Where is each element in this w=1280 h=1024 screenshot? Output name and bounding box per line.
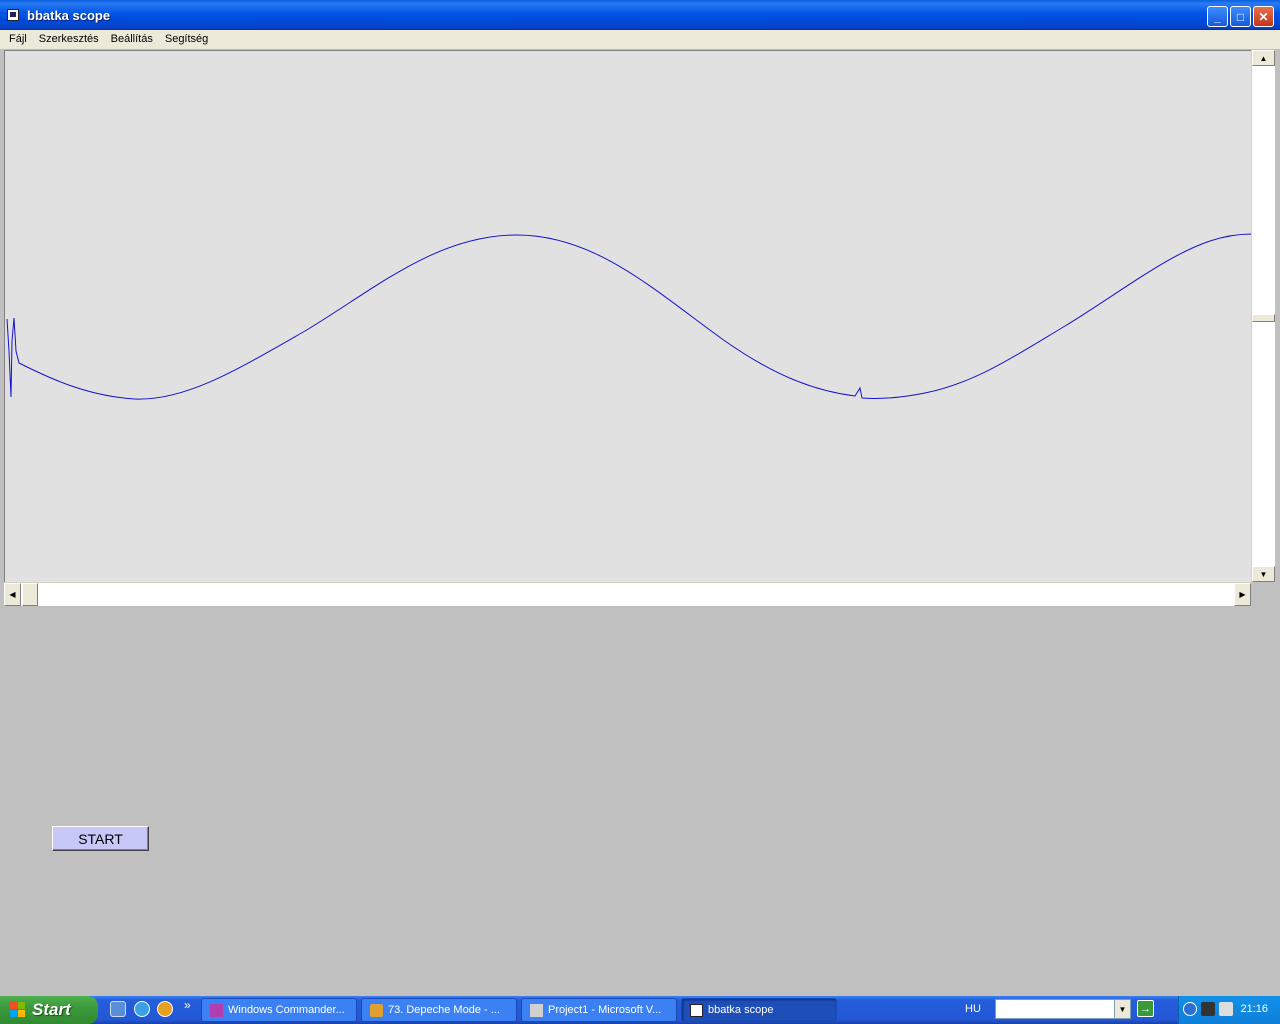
minimize-button[interactable]: _ xyxy=(1207,6,1228,27)
music-icon xyxy=(370,1004,383,1017)
title-bar[interactable]: bbatka scope _ □ ✕ xyxy=(0,0,1280,30)
start-menu-button[interactable]: Start xyxy=(0,996,98,1024)
vertical-scroll-thumb[interactable] xyxy=(1252,314,1275,322)
task-label: Project1 - Microsoft V... xyxy=(548,1004,662,1016)
tray-volume-icon[interactable] xyxy=(1219,1002,1233,1016)
address-dropdown-icon[interactable]: ▼ xyxy=(1114,1000,1130,1018)
vertical-scrollbar[interactable]: ▲ ▼ xyxy=(1251,50,1275,582)
horizontal-scroll-thumb[interactable] xyxy=(22,583,38,606)
scroll-up-button[interactable]: ▲ xyxy=(1252,50,1275,66)
address-input[interactable]: ▼ xyxy=(995,999,1131,1019)
window-title: bbatka scope xyxy=(27,8,111,23)
scope-display xyxy=(4,50,1252,582)
start-menu-label: Start xyxy=(32,1000,71,1019)
horizontal-scrollbar[interactable]: ◀ ▶ xyxy=(4,582,1251,606)
task-label: 73. Depeche Mode - ... xyxy=(388,1004,500,1016)
quicklaunch-ie-icon[interactable] xyxy=(134,1001,150,1017)
task-media-player[interactable]: 73. Depeche Mode - ... xyxy=(361,998,517,1022)
task-project1[interactable]: Project1 - Microsoft V... xyxy=(521,998,677,1022)
floppy-icon xyxy=(210,1004,223,1017)
app-window: bbatka scope _ □ ✕ Fájl Szerkesztés Beál… xyxy=(0,0,1280,996)
quicklaunch-media-icon[interactable] xyxy=(157,1001,173,1017)
vb-project-icon xyxy=(530,1004,543,1017)
app-window-icon xyxy=(690,1004,703,1017)
clock: 21:16 xyxy=(1240,1003,1268,1015)
menu-help[interactable]: Segítség xyxy=(159,30,214,49)
start-button[interactable]: START xyxy=(52,826,149,851)
tray-network-icon[interactable] xyxy=(1201,1002,1215,1016)
quicklaunch-more-icon[interactable]: » xyxy=(184,998,191,1012)
menu-settings[interactable]: Beállítás xyxy=(105,30,159,49)
waveform-plot xyxy=(6,233,1252,400)
quicklaunch-desktop-icon[interactable] xyxy=(110,1001,126,1017)
go-button[interactable]: → xyxy=(1137,1000,1154,1017)
system-tray: 21:16 xyxy=(1178,996,1280,1024)
task-label: bbatka scope xyxy=(708,1004,774,1016)
close-button[interactable]: ✕ xyxy=(1253,6,1274,27)
menu-file[interactable]: Fájl xyxy=(3,30,33,49)
app-icon[interactable] xyxy=(7,9,19,21)
task-label: Windows Commander... xyxy=(228,1004,345,1016)
menu-bar: Fájl Szerkesztés Beállítás Segítség xyxy=(0,30,1280,49)
menu-edit[interactable]: Szerkesztés xyxy=(33,30,105,49)
scroll-down-button[interactable]: ▼ xyxy=(1252,566,1275,582)
scroll-right-button[interactable]: ▶ xyxy=(1234,583,1251,606)
scroll-left-button[interactable]: ◀ xyxy=(4,583,21,606)
language-indicator[interactable]: HU xyxy=(965,1003,981,1015)
task-bbatka-scope[interactable]: bbatka scope xyxy=(681,998,837,1022)
task-windows-commander[interactable]: Windows Commander... xyxy=(201,998,357,1022)
tray-expand-icon[interactable] xyxy=(1183,1002,1197,1016)
waveform-trace xyxy=(6,233,1252,400)
maximize-button[interactable]: □ xyxy=(1230,6,1251,27)
windows-logo-icon xyxy=(10,1002,26,1018)
taskbar: Start » Windows Commander... 73. Depeche… xyxy=(0,996,1280,1024)
